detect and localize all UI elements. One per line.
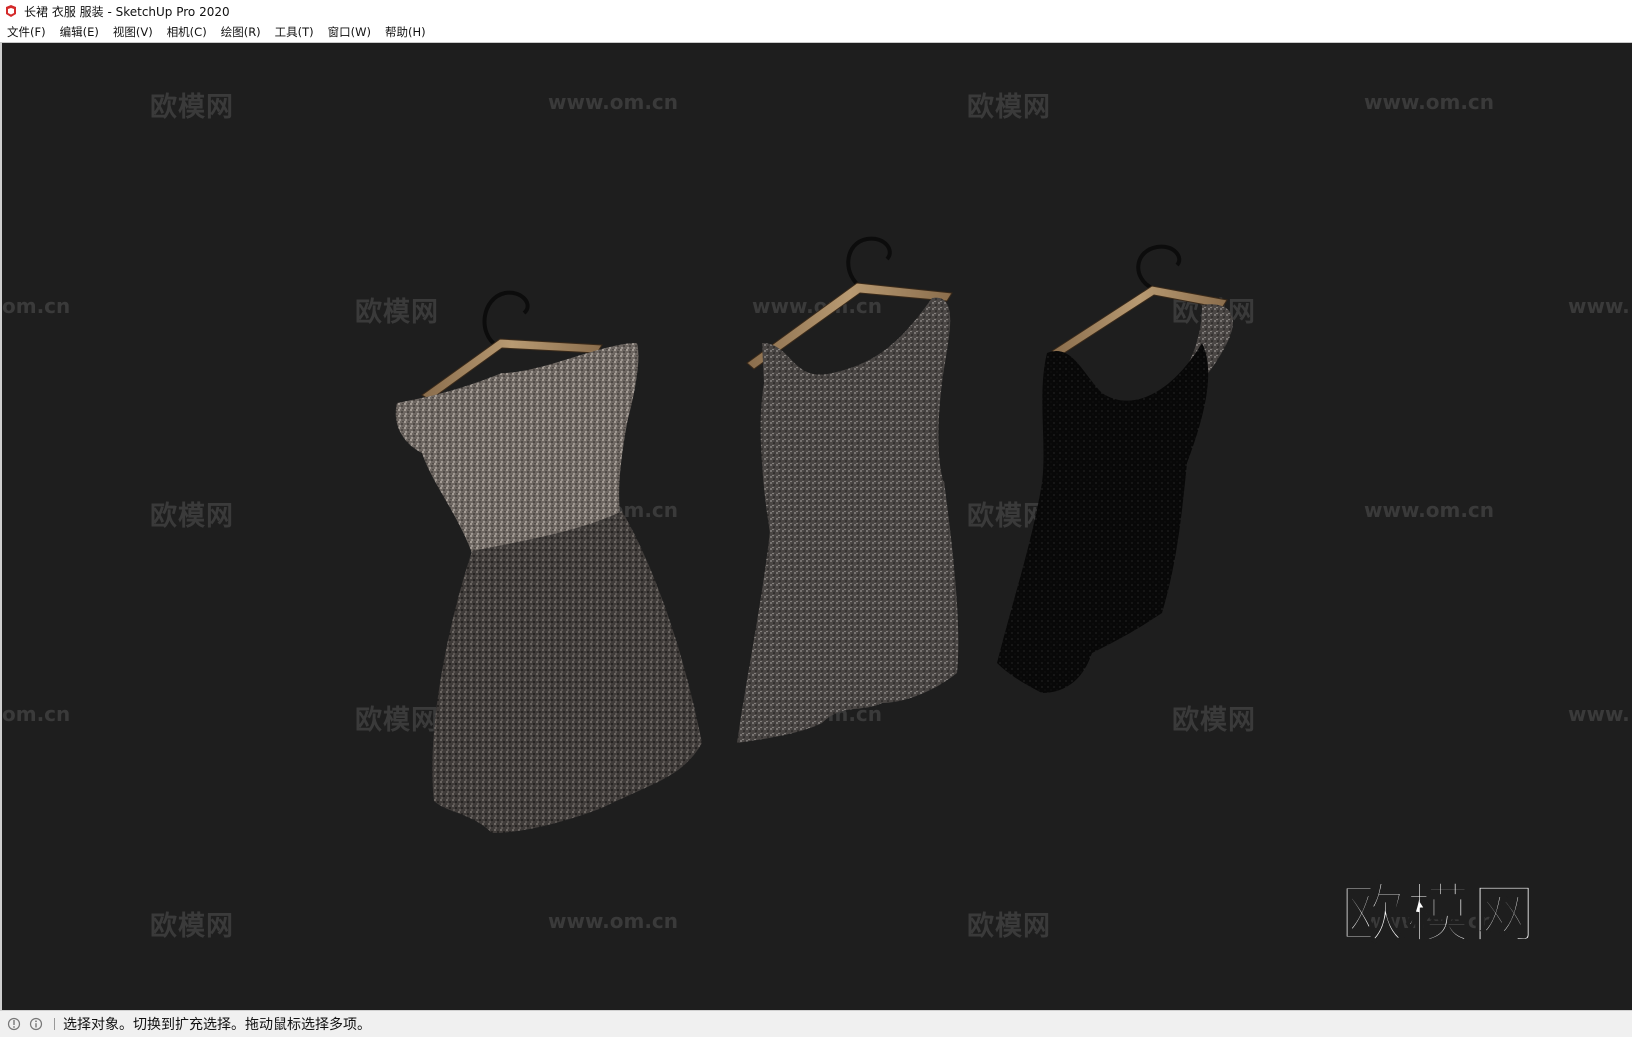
menu-camera[interactable]: 相机(C) — [160, 22, 214, 42]
geo-location-icon[interactable] — [6, 1016, 22, 1032]
sketchup-logo-icon — [4, 4, 18, 18]
menu-file[interactable]: 文件(F) — [0, 22, 53, 42]
menu-draw[interactable]: 绘图(R) — [214, 22, 268, 42]
menu-tools[interactable]: 工具(T) — [268, 22, 321, 42]
dress-left-model[interactable] — [395, 290, 702, 833]
hanger-hook — [846, 236, 892, 290]
menu-edit[interactable]: 编辑(E) — [53, 22, 106, 42]
hanger-hook — [1136, 244, 1182, 290]
title-bar: 长裙 衣服 服装 - SketchUp Pro 2020 — [0, 0, 1632, 22]
menu-help[interactable]: 帮助(H) — [378, 22, 433, 42]
om-logo: 欧模网 — [1339, 877, 1538, 953]
status-message: 选择对象。切换到扩充选择。拖动鼠标选择多项。 — [63, 1017, 371, 1033]
status-bar: 选择对象。切换到扩充选择。拖动鼠标选择多项。 — [0, 1010, 1632, 1037]
dress-body — [997, 343, 1209, 693]
menu-window[interactable]: 窗口(W) — [321, 22, 378, 42]
menu-bar: 文件(F) 编辑(E) 视图(V) 相机(C) 绘图(R) 工具(T) 窗口(W… — [0, 22, 1632, 43]
window-title: 长裙 衣服 服装 - SketchUp Pro 2020 — [24, 4, 230, 19]
dress-right-model[interactable] — [997, 244, 1233, 693]
dress-skirt — [432, 511, 702, 833]
hanger-hook — [482, 290, 530, 348]
menu-view[interactable]: 视图(V) — [106, 22, 160, 42]
info-icon[interactable] — [28, 1016, 44, 1032]
dress-middle-model[interactable] — [737, 236, 959, 743]
model-viewport[interactable]: 欧模网 www.om.cn 欧模网 www.om.cn om.cn 欧模网 ww… — [0, 43, 1632, 1010]
status-divider — [54, 1018, 55, 1030]
